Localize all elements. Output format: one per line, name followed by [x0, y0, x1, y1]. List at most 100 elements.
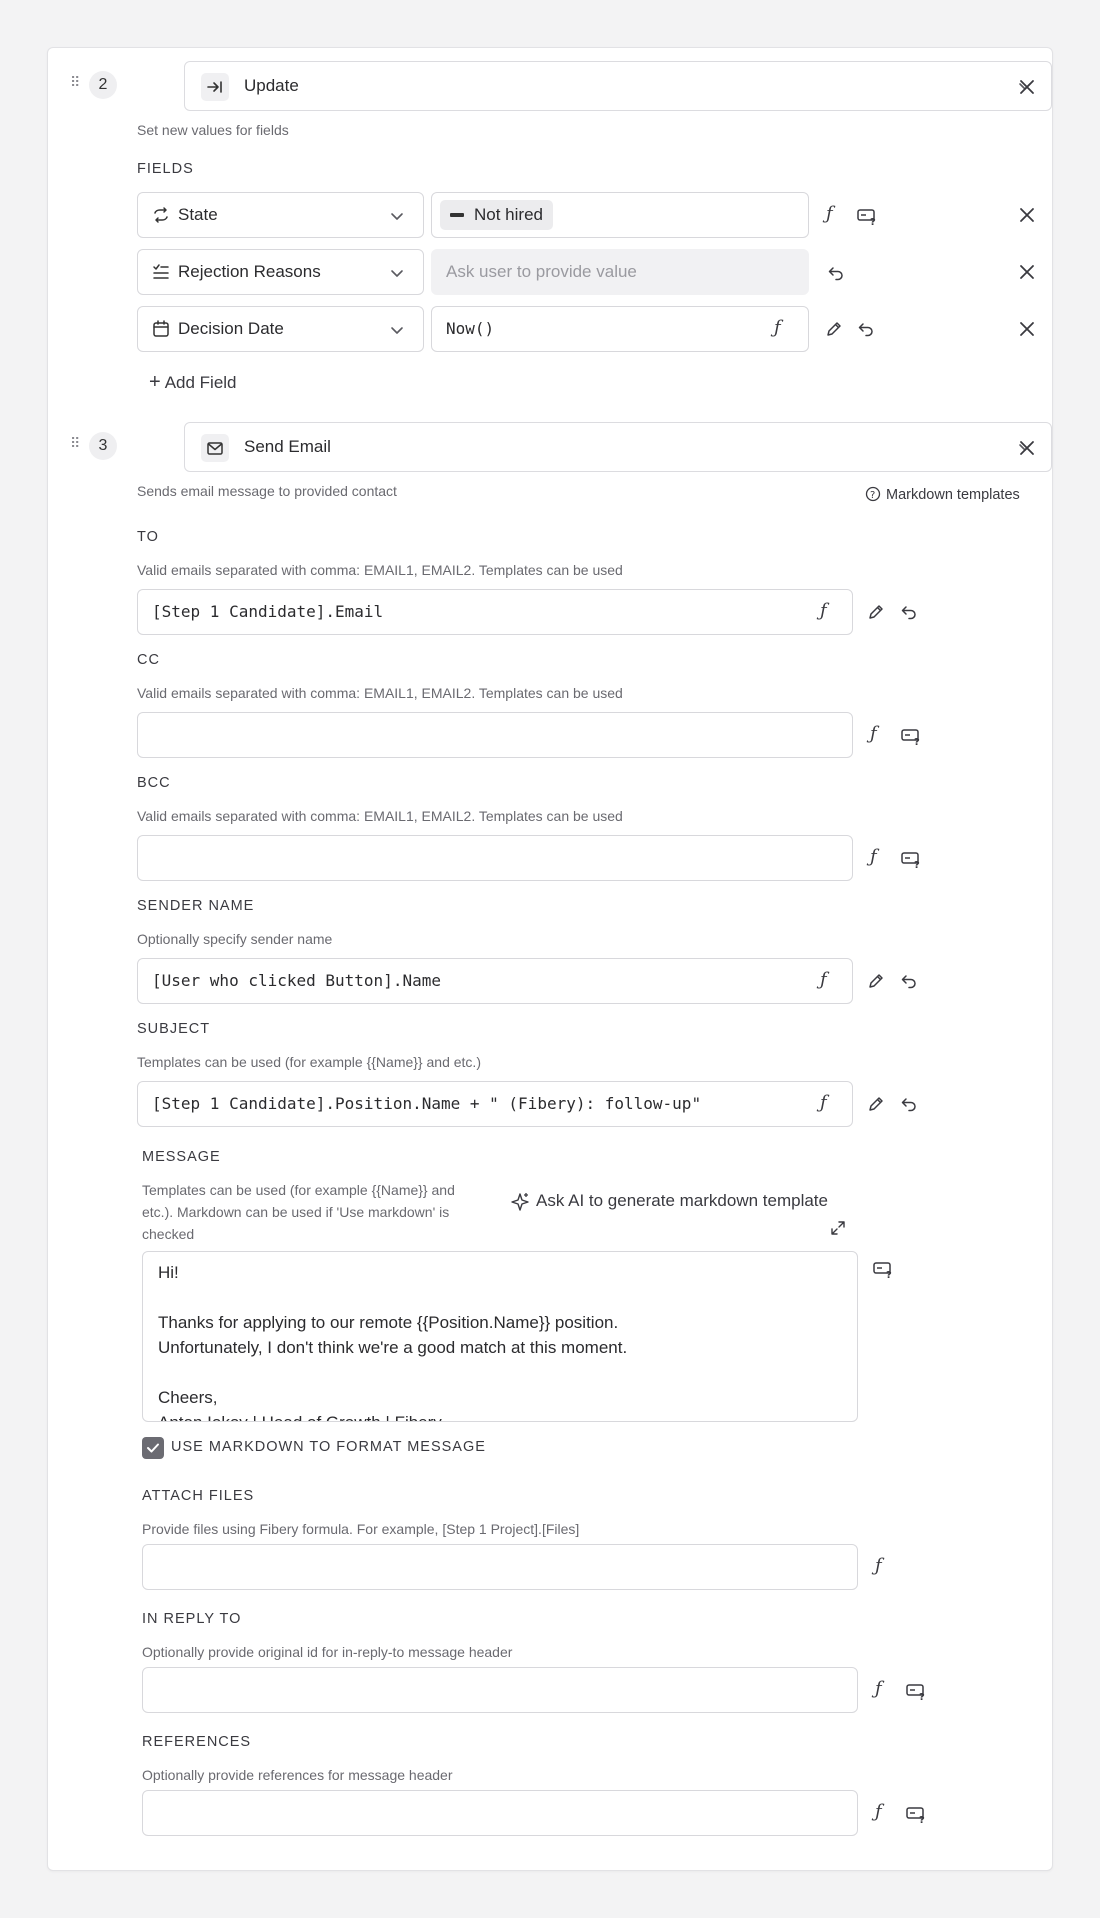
message-textarea[interactable]: Hi! Thanks for applying to our remote {{…: [142, 1251, 858, 1422]
formula-icon[interactable]: ƒ: [774, 317, 781, 338]
chip-label: Not hired: [474, 205, 543, 224]
ask-user-icon[interactable]: [900, 726, 922, 746]
check-icon: [147, 1443, 159, 1453]
in-reply-to-hint: Optionally provide original id for in-re…: [142, 1644, 513, 1660]
undo-icon[interactable]: [856, 319, 876, 339]
formula-value: Now(): [446, 319, 495, 338]
field-select-state[interactable]: State: [137, 192, 424, 238]
state-value-chip[interactable]: Not hired: [440, 200, 553, 230]
field-select-decision-date[interactable]: Decision Date: [137, 306, 424, 352]
ask-user-icon[interactable]: [905, 1804, 927, 1824]
use-markdown-checkbox[interactable]: [142, 1437, 164, 1459]
undo-icon[interactable]: [899, 602, 919, 622]
decision-date-value-field[interactable]: Now() ƒ: [431, 306, 809, 352]
state-value-field[interactable]: Not hired: [431, 192, 809, 238]
field-name: State: [178, 205, 218, 224]
formula-icon[interactable]: ƒ: [820, 1092, 827, 1113]
svg-text:?: ?: [870, 490, 875, 501]
to-input[interactable]: [Step 1 Candidate].Email ƒ: [137, 589, 853, 635]
formula-icon[interactable]: ƒ: [875, 1801, 882, 1822]
pencil-icon[interactable]: [866, 971, 886, 991]
references-label: REFERENCES: [142, 1734, 252, 1750]
mail-icon: [201, 434, 229, 462]
cc-label: CC: [137, 652, 160, 668]
ask-user-icon[interactable]: [905, 1681, 927, 1701]
message-hint-line: checked: [142, 1226, 195, 1242]
sender-name-hint: Optionally specify sender name: [137, 931, 333, 947]
sender-name-value: [User who clicked Button].Name: [152, 971, 441, 990]
markdown-templates-link[interactable]: ? Markdown templates: [865, 486, 1020, 503]
attach-files-input[interactable]: [142, 1544, 858, 1590]
fields-label: FIELDS: [137, 161, 194, 177]
field-select-rejection-reasons[interactable]: Rejection Reasons: [137, 249, 424, 295]
action-label: Update: [244, 76, 299, 95]
message-hint-line: Templates can be used (for example {{Nam…: [142, 1182, 455, 1198]
use-markdown-label: USE MARKDOWN TO FORMAT MESSAGE: [171, 1439, 486, 1455]
multi-select-icon: [153, 264, 169, 279]
add-field-button[interactable]: + Add Field: [149, 371, 237, 394]
step-number: 2: [89, 71, 117, 99]
rejection-reasons-value-field[interactable]: Ask user to provide value: [431, 249, 809, 295]
to-value: [Step 1 Candidate].Email: [152, 602, 384, 621]
remove-field-close-icon[interactable]: [1018, 263, 1036, 281]
bcc-hint: Valid emails separated with comma: EMAIL…: [137, 808, 623, 824]
references-input[interactable]: [142, 1790, 858, 1836]
chevron-down-icon: [389, 265, 405, 281]
formula-icon[interactable]: ƒ: [875, 1678, 882, 1699]
undo-icon[interactable]: [899, 1094, 919, 1114]
remove-field-close-icon[interactable]: [1018, 320, 1036, 338]
plus-icon: +: [149, 371, 161, 393]
dash-icon: [450, 213, 464, 217]
calendar-icon: [153, 320, 169, 337]
markdown-templates-label: Markdown templates: [886, 487, 1020, 503]
remove-step-close-icon[interactable]: [1018, 78, 1036, 96]
formula-icon[interactable]: ƒ: [826, 203, 833, 224]
expand-icon[interactable]: [829, 1219, 847, 1237]
to-label: TO: [137, 529, 159, 545]
sender-name-label: SENDER NAME: [137, 898, 255, 914]
ask-user-icon[interactable]: [900, 849, 922, 869]
cc-input[interactable]: [137, 712, 853, 758]
undo-icon[interactable]: [899, 971, 919, 991]
remove-step-close-icon[interactable]: [1018, 439, 1036, 457]
action-select-update[interactable]: Update: [184, 61, 1052, 111]
remove-field-close-icon[interactable]: [1018, 206, 1036, 224]
step-description: Set new values for fields: [137, 122, 289, 138]
automation-card: ⠿ 2 Update Set new values for fields FIE…: [47, 47, 1053, 1871]
in-reply-to-input[interactable]: [142, 1667, 858, 1713]
ask-user-icon[interactable]: [872, 1259, 894, 1279]
formula-icon[interactable]: ƒ: [875, 1555, 882, 1576]
chevron-down-icon: [389, 322, 405, 338]
pencil-icon[interactable]: [866, 602, 886, 622]
formula-icon[interactable]: ƒ: [820, 969, 827, 990]
undo-icon[interactable]: [826, 263, 846, 283]
drag-handle-icon[interactable]: ⠿: [70, 75, 82, 89]
formula-icon[interactable]: ƒ: [820, 600, 827, 621]
subject-label: SUBJECT: [137, 1021, 211, 1037]
ask-user-icon[interactable]: [856, 206, 878, 226]
pencil-icon[interactable]: [866, 1094, 886, 1114]
formula-icon[interactable]: ƒ: [870, 846, 877, 867]
sender-name-input[interactable]: [User who clicked Button].Name ƒ: [137, 958, 853, 1004]
formula-icon[interactable]: ƒ: [870, 723, 877, 744]
subject-input[interactable]: [Step 1 Candidate].Position.Name + " (Fi…: [137, 1081, 853, 1127]
ask-ai-button[interactable]: Ask AI to generate markdown template: [536, 1191, 828, 1211]
message-line: Unfortunately, I don't think we're a goo…: [158, 1338, 628, 1357]
subject-hint: Templates can be used (for example {{Nam…: [137, 1054, 481, 1070]
action-select-send-email[interactable]: Send Email: [184, 422, 1052, 472]
attach-files-hint: Provide files using Fibery formula. For …: [142, 1521, 580, 1537]
field-name: Rejection Reasons: [178, 262, 321, 281]
in-reply-to-label: IN REPLY TO: [142, 1611, 242, 1627]
message-line: Anton Iokov | Head of Growth | Fibery: [158, 1413, 442, 1421]
pencil-icon[interactable]: [824, 319, 844, 339]
drag-handle-icon[interactable]: ⠿: [70, 436, 82, 450]
attach-files-label: ATTACH FILES: [142, 1488, 255, 1504]
message-line: Hi!: [158, 1263, 179, 1282]
ask-user-placeholder: Ask user to provide value: [446, 262, 637, 281]
help-circle-icon: ?: [865, 486, 881, 502]
arrow-right-to-bar-icon: [201, 73, 229, 101]
references-hint: Optionally provide references for messag…: [142, 1767, 453, 1783]
step-number: 3: [89, 432, 117, 460]
chevron-down-icon: [389, 208, 405, 224]
bcc-input[interactable]: [137, 835, 853, 881]
